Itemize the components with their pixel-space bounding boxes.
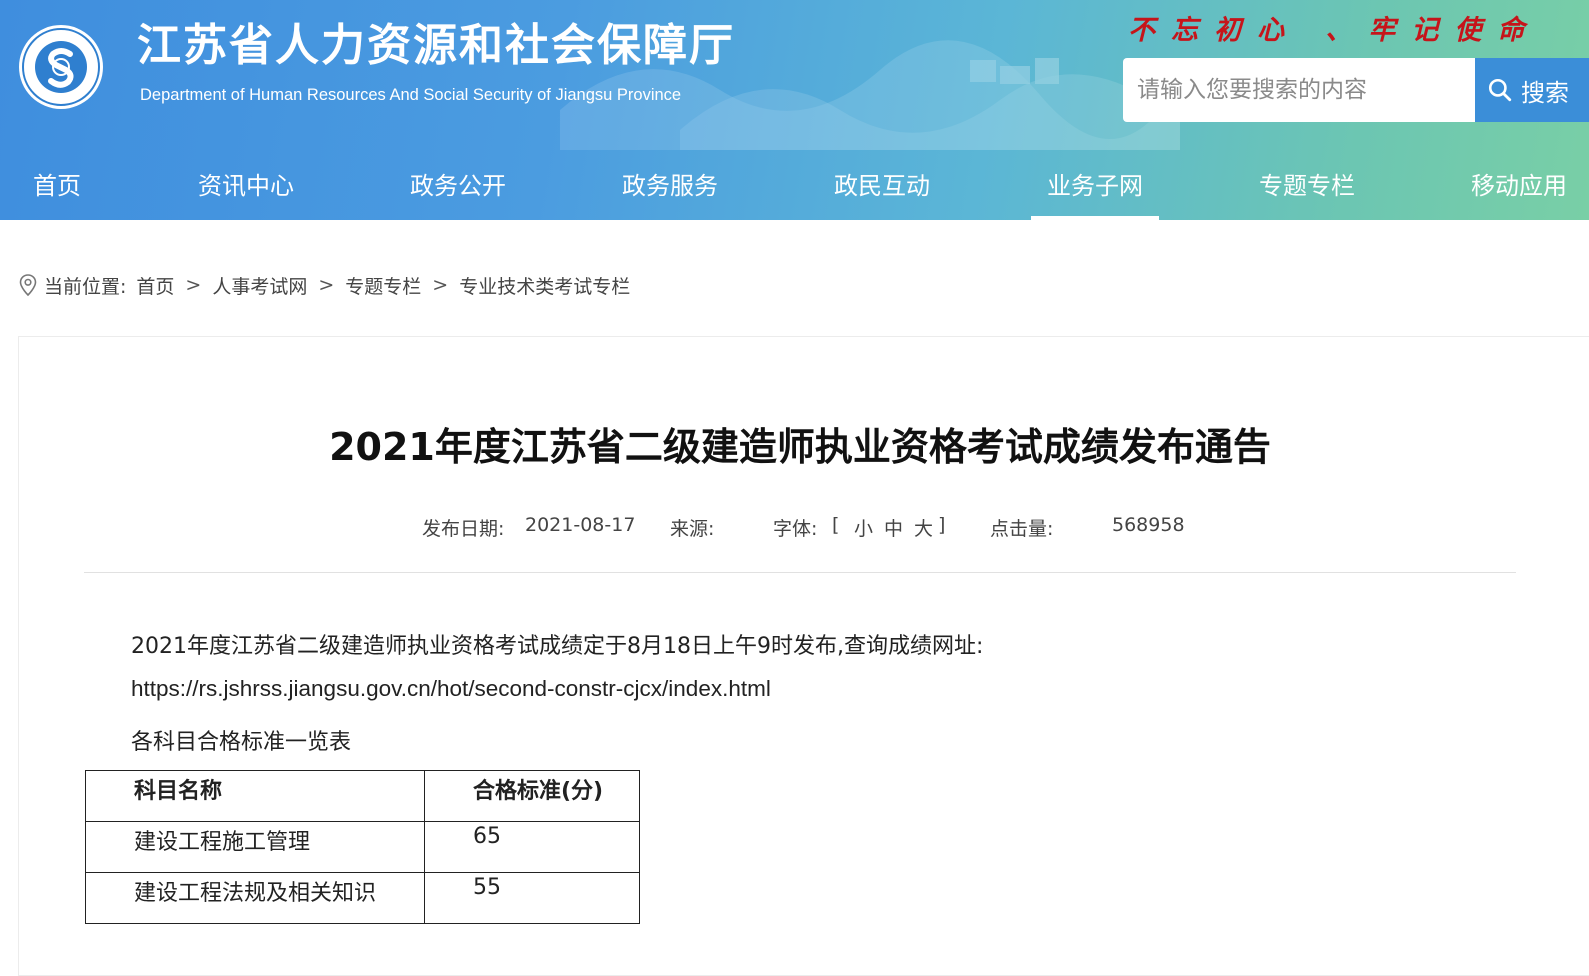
search-button[interactable]: 搜索 <box>1475 58 1589 122</box>
hits-label: 点击量: <box>990 518 1054 540</box>
search-button-label: 搜索 <box>1521 78 1569 107</box>
table-header-standard: 合格标准(分) <box>424 770 640 822</box>
search-icon <box>1488 78 1512 102</box>
breadcrumb-item-topics[interactable]: 专题专栏 <box>345 272 421 299</box>
site-title: 江苏省人力资源和社会保障厅 <box>137 20 735 71</box>
breadcrumb-item-professional-exams[interactable]: 专业技术类考试专栏 <box>459 272 630 299</box>
main-nav: 首页 资讯中心 政务公开 政务服务 政民互动 业务子网 专题专栏 移动应用 <box>0 150 1589 220</box>
location-pin-icon <box>19 274 37 297</box>
publish-date-label: 发布日期: <box>422 518 505 540</box>
article-title: 2021年度江苏省二级建造师执业资格考试成绩发布通告 <box>329 425 1271 469</box>
table-header-subject: 科目名称 <box>85 770 425 822</box>
font-size-large-button[interactable]: 大 <box>914 514 933 541</box>
font-size-medium-button[interactable]: 中 <box>884 514 903 541</box>
breadcrumb: 当前位置: 首页 > 人事考试网 > 专题专栏 > 专业技术类考试专栏 <box>18 270 630 300</box>
nav-item-news[interactable]: 资讯中心 <box>198 150 294 220</box>
breadcrumb-item-exam-site[interactable]: 人事考试网 <box>212 272 307 299</box>
site-header: 江苏省人力资源和社会保障厅 Department of Human Resour… <box>0 0 1589 220</box>
table-header-row: 科目名称 合格标准(分) <box>85 770 640 822</box>
nav-item-home[interactable]: 首页 <box>33 150 81 220</box>
nav-item-gov-services[interactable]: 政务服务 <box>622 150 718 220</box>
nav-item-interaction[interactable]: 政民互动 <box>834 150 930 220</box>
department-logo[interactable] <box>18 20 104 114</box>
article-paragraph: 2021年度江苏省二级建造师执业资格考试成绩定于8月18日上午9时发布,查询成绩… <box>131 634 984 659</box>
table-cell-score: 55 <box>424 872 640 924</box>
table-row: 建设工程施工管理 65 <box>85 821 640 873</box>
nav-item-mobile[interactable]: 移动应用 <box>1471 150 1567 220</box>
passing-standards-table: 科目名称 合格标准(分) 建设工程施工管理 65 建设工程法规及相关知识 55 <box>85 770 640 924</box>
breadcrumb-item-home[interactable]: 首页 <box>136 272 174 299</box>
publish-date: 2021-08-17 <box>525 514 636 536</box>
table-cell-subject: 建设工程法规及相关知识 <box>85 872 425 924</box>
font-size-bracket-open: [ <box>832 514 840 536</box>
font-size-label: 字体: <box>773 518 818 540</box>
source-label: 来源: <box>670 518 715 540</box>
search-input[interactable] <box>1123 58 1475 122</box>
table-cell-subject: 建设工程施工管理 <box>85 821 425 873</box>
font-size-bracket-close: ] <box>938 514 946 536</box>
breadcrumb-separator: > <box>318 274 335 296</box>
title-divider <box>84 572 1516 573</box>
nav-item-topics[interactable]: 专题专栏 <box>1259 150 1355 220</box>
nav-item-business[interactable]: 业务子网 <box>1031 150 1159 220</box>
breadcrumb-separator: > <box>432 274 449 296</box>
table-row: 建设工程法规及相关知识 55 <box>85 872 640 924</box>
breadcrumb-separator: > <box>185 274 202 296</box>
hits-count: 568958 <box>1112 514 1185 536</box>
site-subtitle: Department of Human Resources And Social… <box>140 86 682 104</box>
slogan: 不忘初心 、牢记使命 <box>1128 15 1541 46</box>
font-size-small-button[interactable]: 小 <box>854 514 873 541</box>
table-cell-score: 65 <box>424 821 640 873</box>
table-caption: 各科目合格标准一览表 <box>131 730 352 755</box>
nav-item-gov-affairs[interactable]: 政务公开 <box>410 150 506 220</box>
breadcrumb-prefix: 当前位置: <box>44 275 127 298</box>
score-query-link[interactable]: https://rs.jshrss.jiangsu.gov.cn/hot/sec… <box>131 676 771 702</box>
